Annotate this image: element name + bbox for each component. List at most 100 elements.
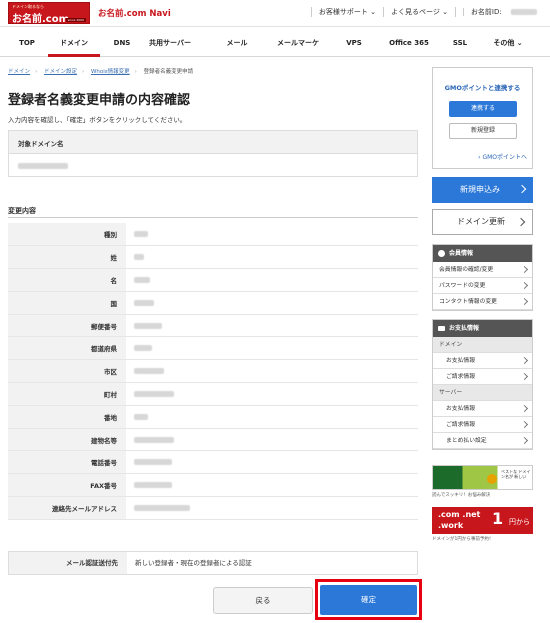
field-label: FAX番号: [8, 473, 126, 498]
promo-banner-1[interactable]: ベストな ドメイン名が 新しい: [432, 465, 533, 490]
field-label: 建物名等: [8, 428, 126, 452]
domain-billing-info-link[interactable]: ご請求情報: [433, 369, 532, 385]
app-title[interactable]: お名前.com Navi: [98, 7, 171, 19]
field-label: 番地: [8, 405, 126, 429]
field-label: 連絡先メールアドレス: [8, 496, 126, 520]
section-divider: [8, 217, 418, 218]
logo-text: お名前.com: [12, 14, 70, 25]
breadcrumb-whois[interactable]: Whois情報変更: [91, 69, 130, 75]
field-label: 都道府県: [8, 336, 126, 361]
nav-mail-marketing[interactable]: メールマーケ: [270, 27, 326, 57]
new-application-button[interactable]: 新規申込み: [432, 177, 533, 203]
promo-banner-2-tlds: .com .net .work: [438, 510, 481, 530]
table-row: 番地: [8, 405, 418, 429]
contact-info-change-link[interactable]: コンタクト情報の変更: [433, 294, 532, 310]
gmo-point-box: GMOポイントと連携する 連携する 新規登録 GMOポイントへ: [432, 67, 533, 169]
redacted-value: [134, 231, 148, 238]
redacted-value: [134, 504, 190, 511]
redacted-value: [134, 254, 144, 261]
nav-shared-server[interactable]: 共用サーバー: [140, 27, 200, 57]
table-row: 町村: [8, 382, 418, 406]
redacted-value: [134, 299, 154, 306]
confirm-button[interactable]: 確定: [320, 585, 417, 615]
instruction-text: 入力内容を確認し、「確定」ボタンをクリックしてください。: [8, 116, 187, 124]
nav-domain[interactable]: ドメイン: [48, 27, 100, 57]
table-row: 都道府県: [8, 336, 418, 361]
nav-other[interactable]: その他 ⌄: [484, 27, 532, 57]
field-label: 種別: [8, 223, 126, 247]
gmo-point-link[interactable]: GMOポイントへ: [478, 152, 527, 161]
password-change-link[interactable]: パスワードの変更: [433, 278, 532, 294]
redacted-value: [134, 345, 152, 352]
payment-category-server: サーバー: [433, 385, 532, 401]
redacted-value: [134, 436, 174, 443]
global-nav: TOP ドメイン DNS 共用サーバー メール メールマーケ VPS Offic…: [0, 27, 550, 57]
promo-banner-2-unit: 円から: [509, 518, 530, 526]
bulk-payment-settings-link[interactable]: まとめ払い設定: [433, 433, 532, 449]
redacted-domain-name: [18, 163, 68, 169]
redacted-value: [134, 322, 162, 329]
page-title: 登録者名義変更申請の内容確認: [8, 93, 191, 108]
credit-card-icon: [438, 326, 445, 331]
top-header: ドメイン取るなら お名前.com since 2000 お名前.com Navi…: [0, 0, 550, 27]
back-button[interactable]: 戻る: [213, 587, 313, 614]
field-label: 名: [8, 268, 126, 292]
field-label: 姓: [8, 245, 126, 270]
gmo-register-button[interactable]: 新規登録: [449, 123, 517, 139]
promo-button-icon: [487, 474, 497, 484]
nav-office365[interactable]: Office 365: [382, 27, 436, 57]
breadcrumb-domain-settings[interactable]: ドメイン設定: [44, 69, 77, 75]
redacted-value: [134, 276, 150, 283]
table-row: 市区: [8, 359, 418, 384]
member-info-edit-link[interactable]: 会員情報の確認/変更: [433, 262, 532, 278]
table-row: 国: [8, 291, 418, 315]
promo-banner-2-price: 1: [492, 509, 504, 528]
breadcrumb-separator-icon: ›: [35, 69, 38, 75]
promo-banner-2[interactable]: .com .net .work 1 円から: [432, 507, 533, 534]
nav-vps[interactable]: VPS: [334, 27, 374, 57]
email-auth-label: メール認証送付先: [9, 552, 127, 574]
domain-payment-info-link[interactable]: お支払情報: [433, 353, 532, 369]
promo-caption-1[interactable]: 読んでスッキリ！お悩み解決: [432, 492, 533, 498]
table-row: FAX番号: [8, 473, 418, 498]
field-label: 電話番号: [8, 450, 126, 475]
redacted-id: [511, 9, 537, 15]
table-row: 建物名等: [8, 428, 418, 452]
server-billing-info-link[interactable]: ご請求情報: [433, 417, 532, 433]
member-info-header: 会員情報: [433, 245, 532, 262]
nav-dns[interactable]: DNS: [104, 27, 140, 57]
payment-category-domain: ドメイン: [433, 337, 532, 353]
field-label: 市区: [8, 359, 126, 384]
gmo-link-button[interactable]: 連携する: [449, 101, 517, 117]
redacted-value: [134, 482, 172, 489]
change-details-table: 種別 姓 名 国 郵便番号 都道府県 市区 町村 番地 建物名等 電話番号 FA…: [8, 223, 418, 520]
header-links: お客様サポート ⌄ よく見るページ ⌄ お名前ID:: [310, 7, 544, 17]
breadcrumb-current: 登録者名義変更申請: [143, 69, 194, 75]
promo-caption-2[interactable]: ドメインが1円から事前予約！: [432, 536, 533, 542]
onamae-logo[interactable]: ドメイン取るなら お名前.com since 2000: [8, 2, 90, 25]
logo-badge: since 2000: [65, 18, 86, 22]
domain-renewal-button[interactable]: ドメイン更新: [432, 209, 533, 235]
email-auth-value: 新しい登録者・現在の登録者による認証: [135, 559, 252, 567]
nav-mail[interactable]: メール: [212, 27, 262, 57]
onamae-id-label: お名前ID:: [454, 7, 544, 17]
redacted-value: [134, 413, 148, 420]
table-row: 名: [8, 268, 418, 292]
frequent-pages-link[interactable]: よく見るページ ⌄: [382, 7, 455, 17]
table-row: 姓: [8, 245, 418, 270]
target-domain-label: 対象ドメイン名: [9, 131, 417, 154]
breadcrumb-separator-icon: ›: [81, 69, 85, 75]
target-domain-box: 対象ドメイン名: [8, 130, 418, 177]
nav-ssl[interactable]: SSL: [444, 27, 476, 57]
server-payment-info-link[interactable]: お支払情報: [433, 401, 532, 417]
support-link[interactable]: お客様サポート ⌄: [310, 7, 383, 17]
breadcrumb: ドメイン › ドメイン設定 › Whois情報変更 › 登録者名義変更申請: [8, 67, 193, 75]
redacted-value: [134, 368, 164, 375]
payment-info-header: お支払情報: [433, 320, 532, 337]
promo-banner-1-text: ベストな ドメイン名が 新しい: [501, 469, 531, 479]
breadcrumb-separator-icon: ›: [134, 69, 137, 75]
nav-top[interactable]: TOP: [10, 27, 44, 57]
table-row: 種別: [8, 223, 418, 247]
redacted-value: [134, 390, 174, 397]
breadcrumb-domain[interactable]: ドメイン: [8, 69, 30, 75]
